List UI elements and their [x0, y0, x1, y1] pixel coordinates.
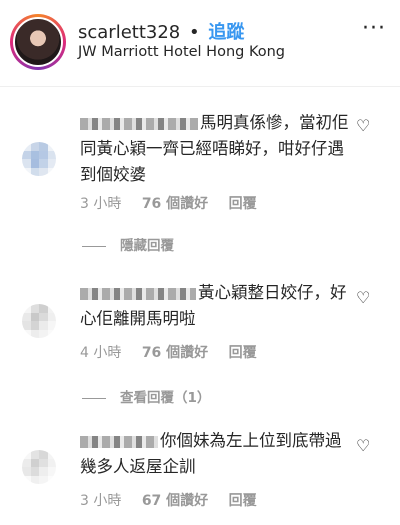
- commenter-avatar[interactable]: [22, 450, 56, 484]
- profile-avatar[interactable]: [13, 17, 63, 67]
- comment-meta: 3 小時 67 個讚好 回覆: [80, 490, 273, 510]
- replies-divider: [82, 245, 106, 247]
- username-row: scarlett328 • 追蹤: [78, 18, 244, 44]
- commenter-avatar[interactable]: [22, 304, 56, 338]
- pixelated-avatar: [22, 450, 56, 484]
- pixelated-avatar: [22, 304, 56, 338]
- blurred-username: [80, 435, 158, 448]
- reply-button[interactable]: 回覆: [229, 196, 257, 212]
- comment-likes[interactable]: 76 個讚好: [142, 345, 208, 361]
- post-header: scarlett328 • 追蹤 JW Marriott Hotel Hong …: [0, 0, 400, 87]
- reply-button[interactable]: 回覆: [229, 493, 257, 509]
- follow-button[interactable]: 追蹤: [208, 22, 244, 43]
- replies-divider: [82, 397, 106, 399]
- commenter-avatar[interactable]: [22, 142, 56, 176]
- like-heart-icon[interactable]: ♡: [356, 288, 370, 307]
- hide-replies-label[interactable]: 隱藏回覆: [120, 238, 174, 254]
- comment-time: 3 小時: [80, 493, 122, 509]
- comment-meta: 4 小時 76 個讚好 回覆: [80, 342, 273, 362]
- comment-time: 3 小時: [80, 196, 122, 212]
- hide-replies-toggle[interactable]: 隱藏回覆: [82, 234, 174, 254]
- username[interactable]: scarlett328: [78, 22, 180, 43]
- pixelated-avatar: [22, 142, 56, 176]
- blurred-username: [80, 287, 196, 300]
- comment-likes[interactable]: 76 個讚好: [142, 196, 208, 212]
- comment-text: 黃心穎整日姣仔，好心佢離開馬明啦: [80, 280, 350, 332]
- comment-time: 4 小時: [80, 345, 122, 361]
- reply-button[interactable]: 回覆: [229, 345, 257, 361]
- comment-text: 馬明真係慘，當初佢同黃心穎一齊已經唔睇好，咁好仔遇到個姣婆: [80, 110, 350, 188]
- comment-likes[interactable]: 67 個讚好: [142, 493, 208, 509]
- comment-text: 你個妹為左上位到底帶過幾多人返屋企訓: [80, 428, 350, 480]
- blurred-username: [80, 117, 198, 130]
- more-options-icon[interactable]: ···: [362, 16, 386, 41]
- profile-avatar-ring[interactable]: [10, 14, 66, 70]
- view-replies-toggle[interactable]: 查看回覆（1）: [82, 386, 210, 406]
- view-replies-label[interactable]: 查看回覆（1）: [120, 390, 210, 406]
- like-heart-icon[interactable]: ♡: [356, 116, 370, 135]
- comment-meta: 3 小時 76 個讚好 回覆: [80, 193, 273, 213]
- location-link[interactable]: JW Marriott Hotel Hong Kong: [78, 44, 285, 60]
- like-heart-icon[interactable]: ♡: [356, 436, 370, 455]
- separator-dot: •: [189, 22, 200, 43]
